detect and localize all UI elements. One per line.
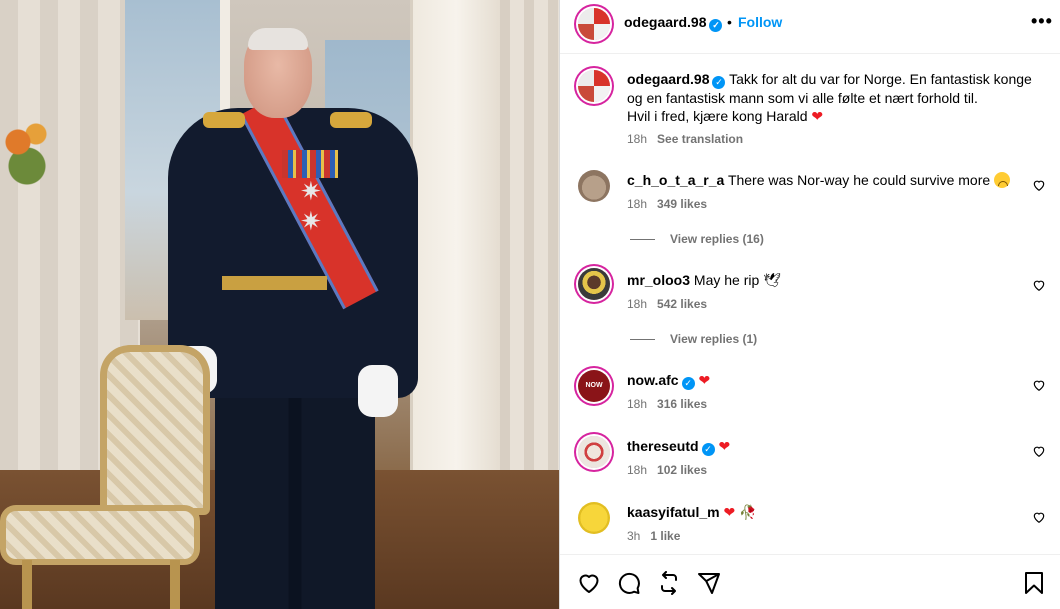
verified-icon: ✓ (712, 76, 726, 89)
caption: odegaard.98 ✓ Takk for alt du var for Nor… (627, 70, 1037, 125)
post-side-panel: odegaard.98 ✓ • Follow ••• odegaard.98 ✓ T… (559, 0, 1060, 609)
comment-text: c_h_o_t_a_r_a There was Nor-way he could… (627, 172, 1011, 188)
heart-emoji: ❤ (811, 108, 824, 124)
photo-flowers (0, 110, 60, 190)
post-header: odegaard.98 ✓ • Follow ••• (560, 0, 1060, 54)
comment-likes[interactable]: 316 likes (657, 397, 707, 411)
comment-text: thereseutd ✓ ❤ (627, 438, 730, 456)
commenter-username[interactable]: mr_oloo3 (627, 272, 690, 288)
view-replies-link[interactable]: View replies (16) (630, 232, 764, 246)
photo-epaulette-left (203, 112, 245, 128)
avatar-logo-text: NOW (585, 382, 603, 389)
dove-emoji: 🕊 (763, 272, 781, 288)
caption-username[interactable]: odegaard.98 (627, 71, 709, 87)
heart-icon[interactable] (577, 571, 601, 595)
see-translation-link[interactable]: See translation (657, 132, 743, 146)
verified-icon: ✓ (701, 443, 715, 456)
comment-text: kaasyifatul_m ❤ 🥀 (627, 504, 757, 521)
comment-time: 18h (627, 397, 648, 411)
photo-door (410, 0, 500, 520)
like-comment-heart-icon[interactable] (1032, 510, 1046, 524)
photo-glove-right (358, 365, 398, 417)
repost-icon[interactable] (657, 571, 681, 595)
bookmark-icon[interactable] (1022, 571, 1046, 595)
comment-likes[interactable]: 349 likes (657, 197, 707, 211)
like-comment-heart-icon[interactable] (1032, 444, 1046, 458)
caption-line-1: Takk for alt du var for Norge. En fantas… (729, 71, 1032, 87)
post-photo[interactable]: ✷ ✷ (0, 0, 559, 609)
commenter-username[interactable]: c_h_o_t_a_r_a (627, 172, 724, 188)
caption-line-3: Hvil i fred, kjære kong Harald (627, 108, 808, 124)
photo-chair-leg (170, 560, 180, 609)
comment-meta: 3h 1 like (627, 529, 680, 543)
photo-star-medal: ✷ (300, 206, 322, 236)
replies-line (630, 339, 655, 341)
photo-epaulette-right (330, 112, 372, 128)
photo-star-medal: ✷ (300, 176, 322, 206)
photo-figure-legs (215, 380, 375, 609)
photo-figure-hair (248, 28, 308, 50)
heart-emoji: ❤ (698, 372, 711, 388)
post-action-bar (560, 554, 1060, 609)
commenter-avatar[interactable]: NOW (578, 370, 610, 402)
comment-meta: 18h 316 likes (627, 397, 707, 411)
verified-icon: ✓ (681, 377, 695, 390)
caption-time: 18h (627, 132, 648, 146)
verified-icon: ✓ (709, 19, 723, 32)
like-comment-heart-icon[interactable] (1032, 178, 1046, 192)
commenter-avatar[interactable] (578, 436, 610, 468)
comment-time: 18h (627, 297, 648, 311)
heart-emoji: ❤ (723, 504, 736, 520)
rose-emoji: 🥀 (739, 504, 757, 520)
comment-time: 18h (627, 197, 648, 211)
commenter-username[interactable]: now.afc (627, 372, 679, 388)
caption-line-2: og en fantastisk mann som vi alle følte … (627, 90, 978, 106)
view-replies-link[interactable]: View replies (1) (630, 332, 757, 346)
comment-meta: 18h 102 likes (627, 463, 707, 477)
separator-dot: • (727, 14, 732, 30)
commenter-avatar[interactable] (578, 502, 610, 534)
more-options-icon[interactable]: ••• (1031, 12, 1053, 30)
share-icon[interactable] (697, 571, 721, 595)
caption-avatar[interactable] (578, 70, 610, 102)
photo-chair-seat (0, 505, 200, 565)
author-name[interactable]: odegaard.98 (624, 14, 706, 30)
comment-icon[interactable] (617, 571, 641, 595)
photo-chair-leg (22, 560, 32, 609)
comment-text: mr_oloo3 May he rip 🕊 (627, 272, 781, 289)
photo-chair-back (100, 345, 210, 515)
comment-meta: 18h 349 likes (627, 197, 707, 211)
photo-medals (282, 150, 338, 178)
heart-emoji: ❤ (718, 438, 731, 454)
commenter-username[interactable]: kaasyifatul_m (627, 504, 720, 520)
comment-body: May he rip (693, 272, 760, 288)
author-username[interactable]: odegaard.98 ✓ (624, 14, 723, 32)
like-comment-heart-icon[interactable] (1032, 378, 1046, 392)
commenter-avatar[interactable] (578, 268, 610, 300)
replies-line (630, 239, 655, 241)
comment-meta: 18h 542 likes (627, 297, 707, 311)
view-replies-label[interactable]: View replies (16) (670, 232, 764, 246)
comment-text: now.afc ✓ ❤ (627, 372, 710, 390)
photo-belt (222, 276, 327, 290)
comment-time: 18h (627, 463, 648, 477)
commenter-avatar[interactable] (578, 170, 610, 202)
author-avatar[interactable] (578, 8, 610, 40)
commenter-username[interactable]: thereseutd (627, 438, 699, 454)
like-comment-heart-icon[interactable] (1032, 278, 1046, 292)
comment-likes[interactable]: 102 likes (657, 463, 707, 477)
comment-time: 3h (627, 529, 641, 543)
comment-likes[interactable]: 542 likes (657, 297, 707, 311)
caption-meta: 18h See translation (627, 132, 743, 146)
view-replies-label[interactable]: View replies (1) (670, 332, 757, 346)
comment-likes[interactable]: 1 like (650, 529, 680, 543)
sad-face-emoji (994, 172, 1011, 188)
comment-body: There was Nor-way he could survive more (727, 172, 991, 188)
follow-button[interactable]: Follow (738, 14, 782, 30)
